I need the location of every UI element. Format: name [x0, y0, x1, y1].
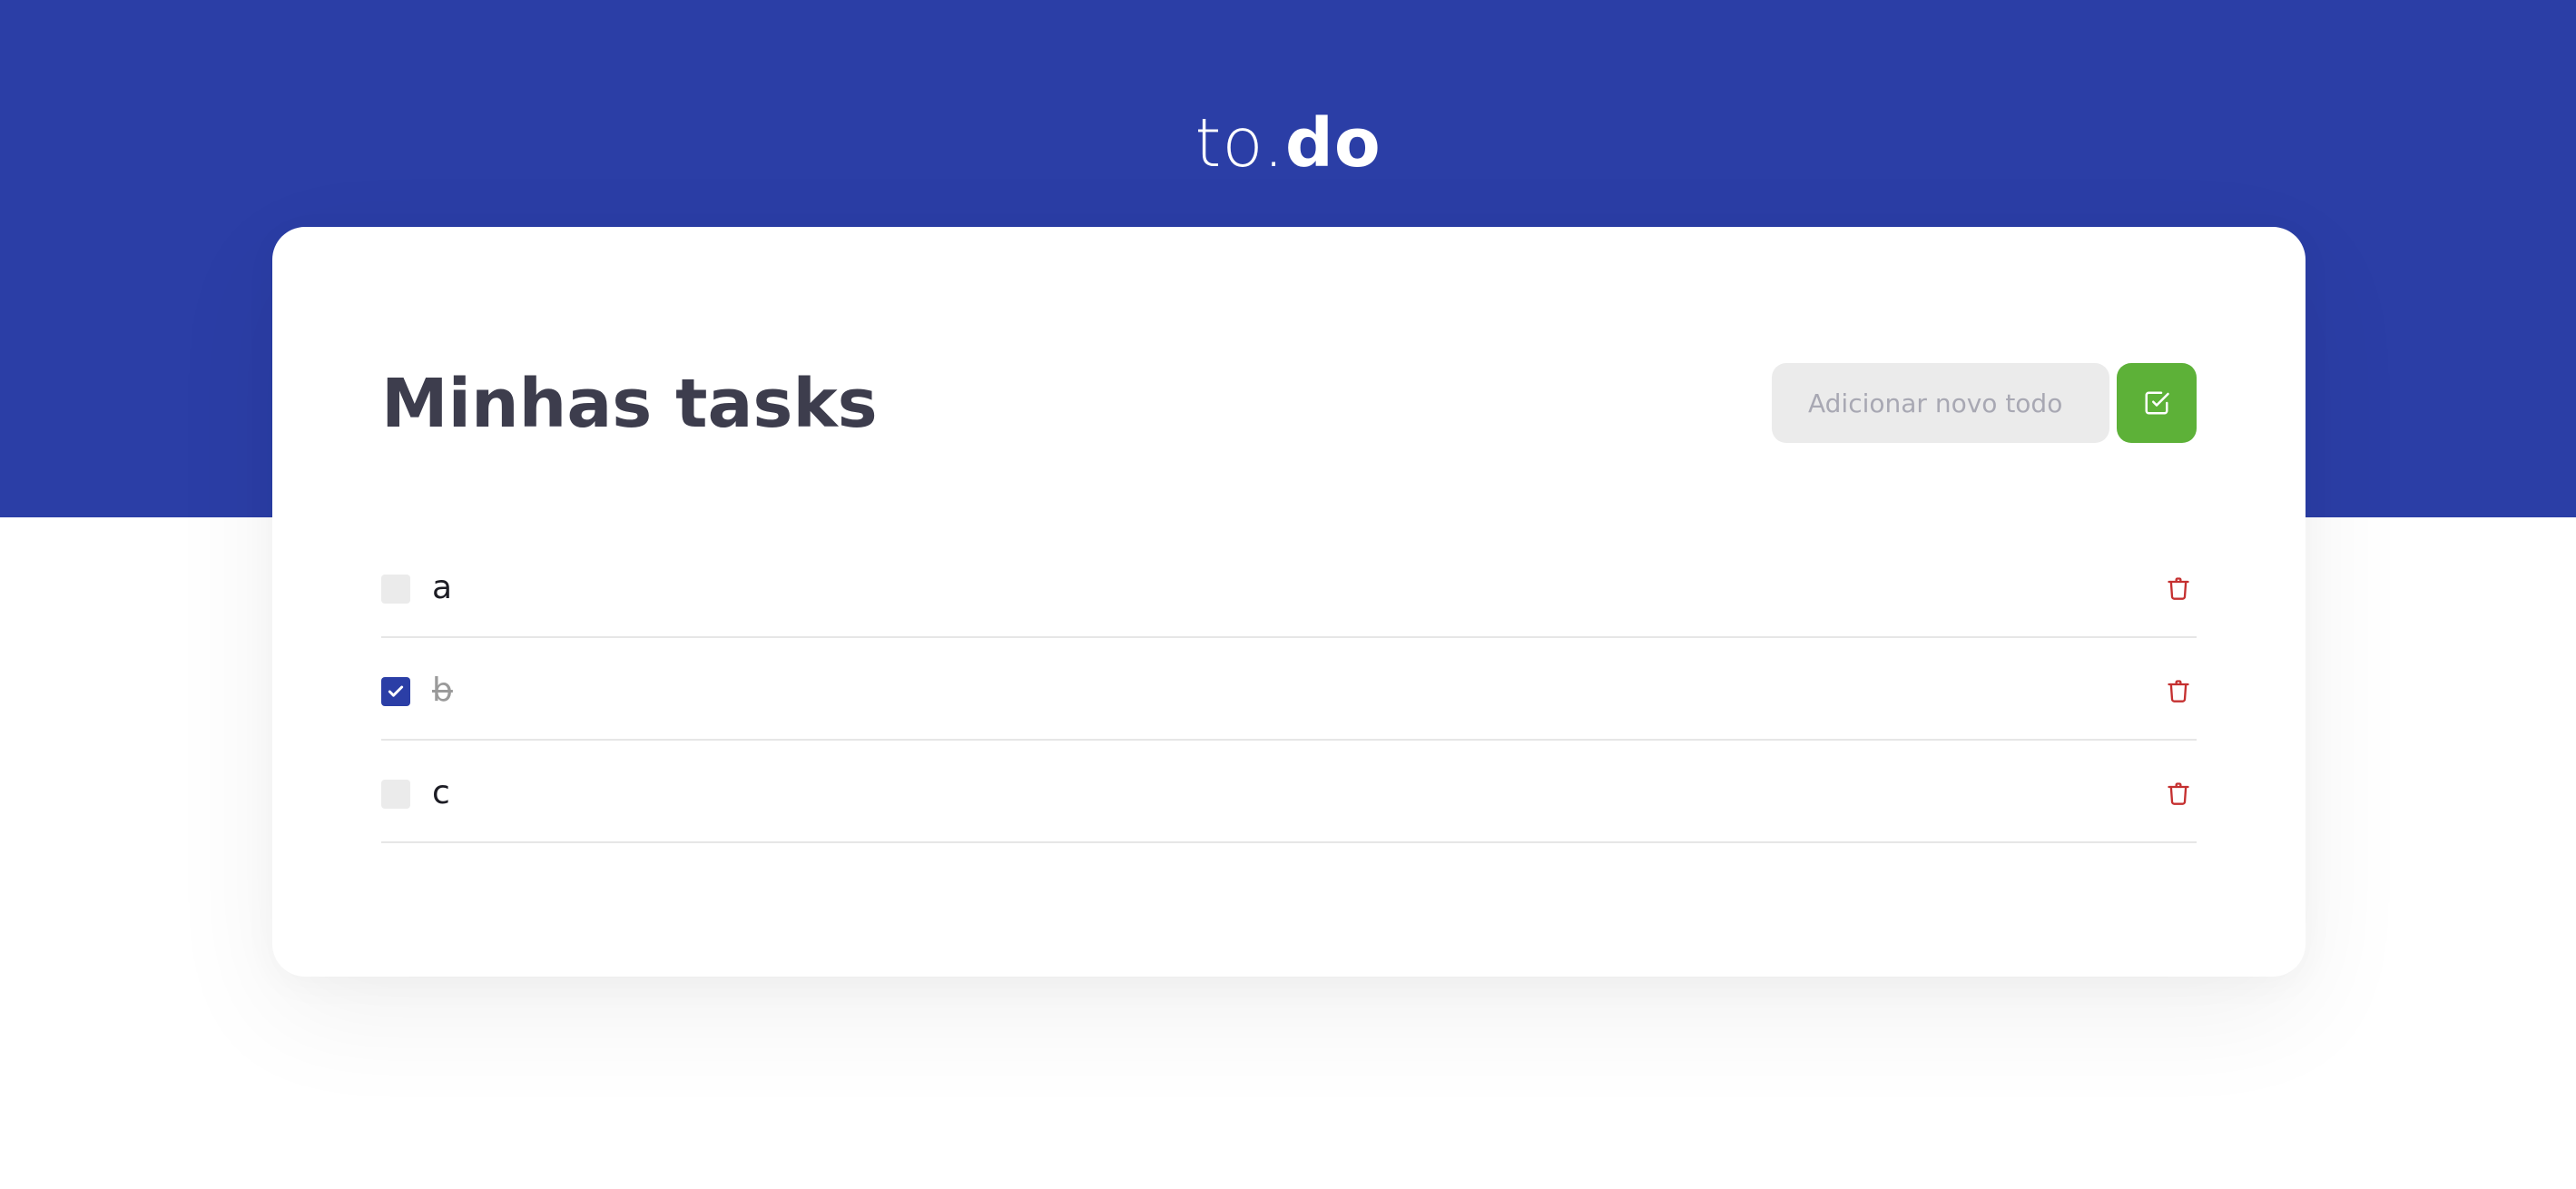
- delete-task-button[interactable]: [2160, 570, 2197, 606]
- task-row: c: [381, 741, 2197, 843]
- add-todo-button[interactable]: [2117, 363, 2197, 443]
- page-title: Minhas tasks: [381, 365, 878, 443]
- task-row: b: [381, 638, 2197, 741]
- new-todo-input[interactable]: [1772, 363, 2109, 443]
- checkmark-icon: [388, 685, 404, 697]
- logo-light-text: to.: [1195, 104, 1285, 182]
- task-checkbox[interactable]: [381, 677, 410, 706]
- delete-task-button[interactable]: [2160, 673, 2197, 709]
- task-label: a: [432, 569, 453, 606]
- app-logo: to.do: [0, 98, 2576, 189]
- check-square-icon: [2145, 391, 2169, 415]
- task-checkbox[interactable]: [381, 780, 410, 809]
- trash-icon: [2168, 680, 2189, 703]
- delete-task-button[interactable]: [2160, 775, 2197, 811]
- task-checkbox[interactable]: [381, 575, 410, 604]
- task-label: c: [432, 774, 450, 811]
- logo-bold-text: do: [1284, 104, 1381, 182]
- task-row: a: [381, 536, 2197, 638]
- task-label: b: [432, 672, 453, 709]
- tasks-card: Minhas tasks a b: [272, 227, 2306, 977]
- trash-icon: [2168, 782, 2189, 805]
- trash-icon: [2168, 577, 2189, 600]
- task-list: a b c: [381, 536, 2197, 843]
